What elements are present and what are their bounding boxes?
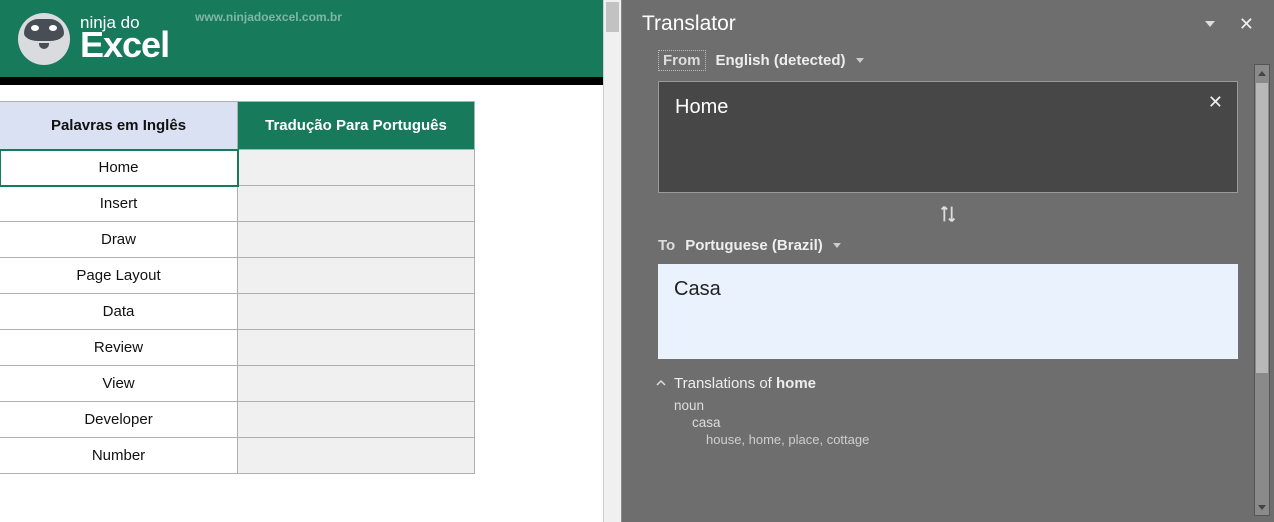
banner-url: www.ninjadoexcel.com.br [195,10,342,24]
portuguese-cell[interactable] [238,294,475,330]
header-english[interactable]: Palavras em Inglês [0,102,238,150]
portuguese-cell[interactable] [238,222,475,258]
pane-menu-dropdown-icon[interactable] [1205,21,1215,27]
translation-output: Casa [658,264,1238,359]
scrollbar-thumb[interactable] [606,2,619,32]
table-row[interactable]: Draw [0,222,475,258]
portuguese-cell[interactable] [238,186,475,222]
swap-languages-icon[interactable] [937,203,959,225]
translations-body: noun casa house, home, place, cottage [622,394,1274,447]
portuguese-cell[interactable] [238,258,475,294]
portuguese-cell[interactable] [238,366,475,402]
translated-text: Casa [674,278,721,300]
right-vertical-scrollbar[interactable] [1254,64,1270,516]
english-cell[interactable]: Number [0,438,238,474]
table-row[interactable]: Home [0,150,475,186]
chevron-down-icon [856,58,864,63]
portuguese-cell[interactable] [238,330,475,366]
to-language: Portuguese (Brazil) [685,237,823,254]
from-label: From [658,50,706,71]
english-cell[interactable]: Page Layout [0,258,238,294]
english-cell[interactable]: Insert [0,186,238,222]
header-portuguese[interactable]: Tradução Para Português [238,102,475,150]
english-cell[interactable]: View [0,366,238,402]
portuguese-cell[interactable] [238,402,475,438]
source-text: Home [675,96,728,118]
english-cell[interactable]: Developer [0,402,238,438]
table-row[interactable]: Number [0,438,475,474]
ninja-logo-icon [18,13,70,65]
translator-pane: Translator ✕ From English (detected) Hom… [622,0,1274,522]
table-row[interactable]: Insert [0,186,475,222]
close-pane-button[interactable]: ✕ [1239,14,1254,35]
table-row[interactable]: Page Layout [0,258,475,294]
translations-section-header[interactable]: Translations of home [622,363,1274,394]
banner: ninja do Excel www.ninjadoexcel.com.br [0,0,621,85]
translations-heading-prefix: Translations of [674,375,776,392]
from-language-selector[interactable]: From English (detected) [622,44,1274,77]
logo-text: ninja do Excel [80,14,169,63]
english-cell[interactable]: Home [0,150,238,186]
source-text-input[interactable]: Home ✕ [658,81,1238,193]
left-vertical-scrollbar[interactable] [603,0,621,522]
english-cell[interactable]: Draw [0,222,238,258]
chevron-up-icon [656,378,666,388]
to-language-selector[interactable]: To Portuguese (Brazil) [622,231,1274,260]
scroll-up-button[interactable] [1255,65,1269,81]
logo-bottom-word: Excel [80,27,169,63]
translations-heading-word: home [776,375,816,392]
scroll-down-button[interactable] [1255,499,1269,515]
from-language: English (detected) [716,52,846,69]
spreadsheet-area: ninja do Excel www.ninjadoexcel.com.br P… [0,0,622,522]
table-row[interactable]: Data [0,294,475,330]
data-table: Palavras em Inglês Tradução Para Portugu… [0,101,621,474]
pane-title: Translator [642,12,736,36]
clear-input-button[interactable]: ✕ [1208,92,1223,113]
english-cell[interactable]: Data [0,294,238,330]
primary-translation: casa [674,415,1238,430]
to-label: To [658,237,675,254]
table-row[interactable]: View [0,366,475,402]
chevron-down-icon [833,243,841,248]
table-row[interactable]: Review [0,330,475,366]
part-of-speech: noun [674,398,1238,413]
alternative-translations: house, home, place, cottage [674,432,1238,447]
english-cell[interactable]: Review [0,330,238,366]
scrollbar-thumb[interactable] [1256,83,1268,373]
portuguese-cell[interactable] [238,150,475,186]
pane-header: Translator ✕ [622,0,1274,44]
table-row[interactable]: Developer [0,402,475,438]
portuguese-cell[interactable] [238,438,475,474]
